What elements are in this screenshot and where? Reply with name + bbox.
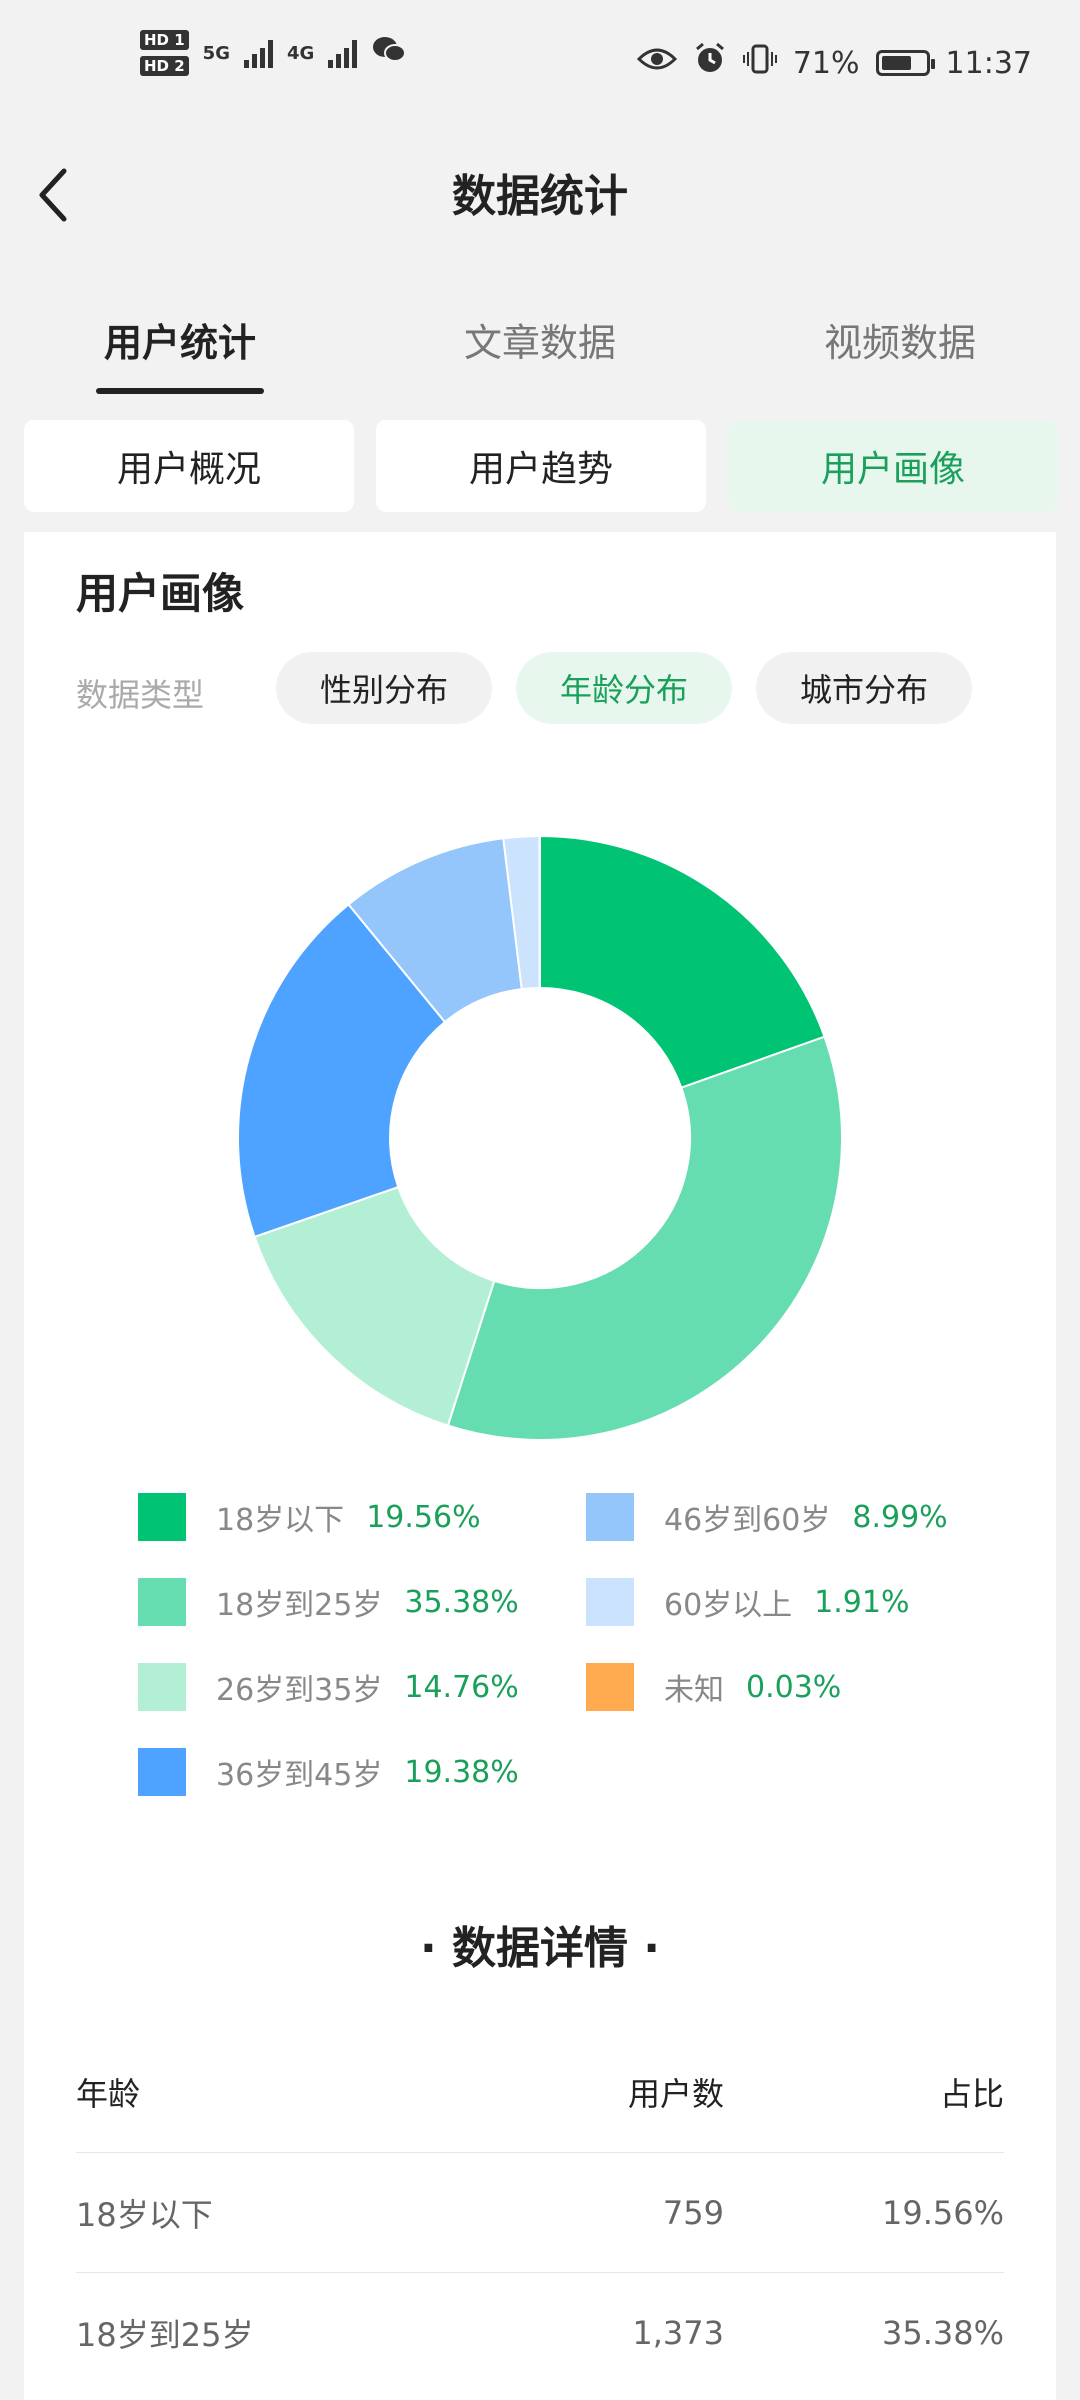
table-header: 年龄 用户数 占比: [76, 2032, 1004, 2152]
legend-swatch: [138, 1578, 186, 1626]
legend-percent: 0.03%: [746, 1669, 842, 1705]
cell-ratio: 19.56%: [881, 2194, 1004, 2232]
chevron-left-icon: [39, 168, 67, 222]
tab-video-data[interactable]: 视频数据: [780, 312, 1020, 367]
legend-label: 18岁到25岁: [216, 1588, 383, 1623]
age-donut-chart: [237, 834, 843, 1441]
status-right: 71% 11:37: [636, 42, 1032, 84]
section-title: 用户画像: [76, 569, 245, 618]
column-ratio: 占比: [939, 2075, 1004, 2113]
legend-item[interactable]: 60岁以上 1.91%: [586, 1577, 910, 1627]
legend-swatch: [138, 1493, 186, 1541]
cell-ratio: 35.38%: [881, 2314, 1004, 2352]
battery-percent: 71%: [792, 45, 860, 81]
cell-age: 18岁以下: [76, 2196, 213, 2234]
details-title: · 数据详情 ·: [419, 1923, 661, 1974]
portrait-card: 用户画像 数据类型 性别分布 年龄分布 城市分布 18岁以下 19.56% 18岁到…: [24, 532, 1056, 2400]
legend-percent: 35.38%: [404, 1584, 519, 1620]
legend-item[interactable]: 未知 0.03%: [586, 1662, 841, 1712]
cell-age: 18岁到25岁: [76, 2316, 254, 2354]
signal-icon: [243, 38, 273, 68]
legend-label: 60岁以上: [664, 1588, 793, 1623]
chip-city[interactable]: 城市分布: [756, 652, 972, 724]
clock: 11:37: [945, 45, 1032, 81]
legend-label: 未知: [664, 1673, 724, 1708]
legend-item[interactable]: 26岁到35岁 14.76%: [138, 1662, 519, 1712]
legend-swatch: [586, 1493, 634, 1541]
legend-item[interactable]: 18岁到25岁 35.38%: [138, 1577, 519, 1627]
donut-slice-0[interactable]: [539, 834, 826, 1089]
chip-age[interactable]: 年龄分布: [516, 652, 732, 724]
subtab-user-trend[interactable]: 用户趋势: [376, 420, 706, 512]
legend-percent: 19.38%: [404, 1754, 519, 1790]
legend-label: 26岁到35岁: [216, 1673, 383, 1708]
chip-gender[interactable]: 性别分布: [276, 652, 492, 724]
wechat-icon: [371, 35, 407, 71]
page-title: 数据统计: [452, 171, 628, 222]
hd2-badge: HD 2: [140, 56, 189, 76]
battery-icon: [875, 50, 935, 76]
cell-users: 759: [662, 2194, 724, 2232]
vibrate-icon: [742, 42, 777, 84]
column-age: 年龄: [76, 2075, 141, 2113]
eye-icon: [636, 45, 677, 81]
data-type-label: 数据类型: [76, 676, 205, 714]
network-5g-label: 5G: [202, 42, 230, 64]
donut-slice-1[interactable]: [446, 1035, 843, 1441]
legend-item[interactable]: 18岁以下 19.56%: [138, 1492, 481, 1542]
subtab-user-portrait[interactable]: 用户画像: [728, 420, 1058, 512]
table-row: 18岁以下 759 19.56%: [76, 2152, 1004, 2273]
status-left: HD 1 HD 2 5G 4G: [140, 30, 407, 76]
legend-label: 18岁以下: [216, 1503, 345, 1538]
legend-percent: 1.91%: [814, 1584, 910, 1620]
legend-swatch: [586, 1663, 634, 1711]
alarm-icon: [693, 42, 727, 84]
table-row: 18岁到25岁 1,373 35.38%: [76, 2272, 1004, 2393]
tab-underline: [96, 388, 264, 394]
status-bar: HD 1 HD 2 5G 4G 71% 11:37: [0, 0, 1080, 120]
signal-icon-2: [328, 38, 358, 68]
legend-swatch: [138, 1663, 186, 1711]
legend-label: 36岁到45岁: [216, 1758, 383, 1793]
legend-item[interactable]: 46岁到60岁 8.99%: [586, 1492, 948, 1542]
legend-percent: 19.56%: [366, 1499, 481, 1535]
legend-swatch: [586, 1578, 634, 1626]
subtab-user-overview[interactable]: 用户概况: [24, 420, 354, 512]
back-button[interactable]: [36, 160, 86, 230]
hd1-badge: HD 1: [140, 30, 189, 50]
tab-user-stats[interactable]: 用户统计: [60, 312, 300, 367]
tab-article-data[interactable]: 文章数据: [420, 312, 660, 367]
legend-percent: 14.76%: [404, 1669, 519, 1705]
main-tabs: 用户统计 文章数据 视频数据: [0, 300, 1080, 400]
legend-percent: 8.99%: [852, 1499, 948, 1535]
legend-swatch: [138, 1748, 186, 1796]
legend-item[interactable]: 36岁到45岁 19.38%: [138, 1747, 519, 1797]
column-users: 用户数: [627, 2075, 724, 2113]
legend-label: 46岁到60岁: [664, 1503, 831, 1538]
network-4g-label: 4G: [286, 42, 315, 64]
donut-slice-6[interactable]: [538, 834, 541, 990]
cell-users: 1,373: [632, 2314, 724, 2352]
